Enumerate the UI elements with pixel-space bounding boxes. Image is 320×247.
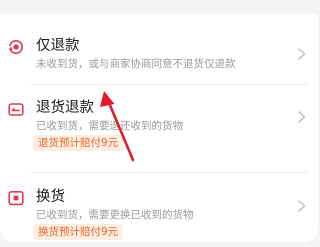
option-exchange[interactable]: 换货 已收到货，需要更换已收到的货物 换货预计赔付9元 xyxy=(0,172,318,242)
option-refund-only[interactable]: 仅退款 未收到货，或与商家协商同意不退货仅退款 xyxy=(0,22,318,84)
option-return-refund[interactable]: 退货退款 已收到货，需要退还收到的货物 退货预计赔付9元 xyxy=(0,84,318,172)
after-sale-options-card: 仅退款 未收到货，或与商家协商同意不退货仅退款 退货退款 已收到货，需要退还收到… xyxy=(0,0,318,242)
chevron-right-icon xyxy=(297,109,307,123)
exchange-icon xyxy=(8,190,24,206)
option-description: 已收到货，需要退还收到的货物 xyxy=(36,120,183,132)
option-title: 退货退款 xyxy=(36,100,94,116)
refund-only-icon xyxy=(8,39,24,55)
chevron-right-icon xyxy=(297,198,307,212)
compensation-badge: 换货预计赔付9元 xyxy=(33,224,124,240)
return-refund-icon xyxy=(8,101,24,117)
option-description: 未收到货，或与商家协商同意不退货仅退款 xyxy=(36,58,236,70)
option-title: 仅退款 xyxy=(36,38,80,54)
compensation-badge: 退货预计赔付9元 xyxy=(33,135,124,151)
option-description: 已收到货，需要更换已收到的货物 xyxy=(36,209,194,221)
chevron-right-icon xyxy=(297,46,307,60)
option-title: 换货 xyxy=(36,189,65,205)
top-spacer xyxy=(0,0,318,14)
